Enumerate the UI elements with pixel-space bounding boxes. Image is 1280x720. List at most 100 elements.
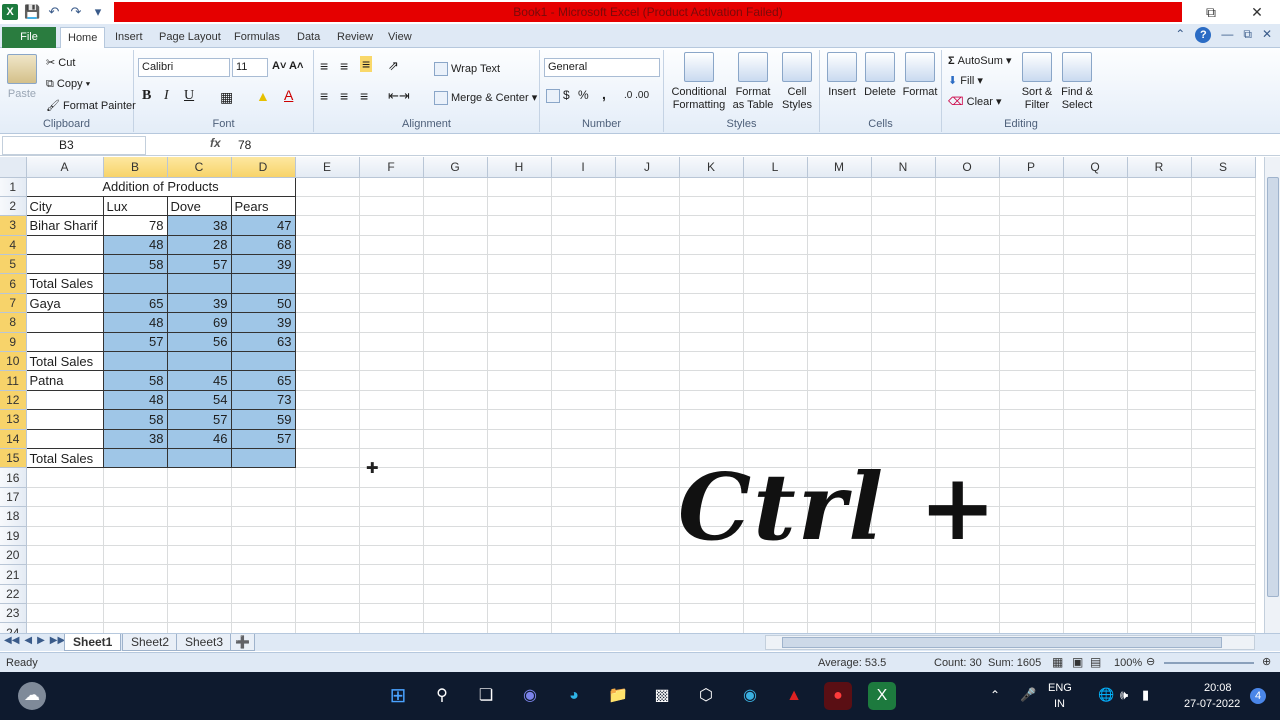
empty-cell[interactable] [26,506,104,527]
empty-cell[interactable] [1191,293,1256,314]
column-header-k[interactable]: K [679,157,744,178]
empty-cell[interactable] [103,622,168,633]
empty-cell[interactable] [1063,622,1128,633]
empty-cell[interactable] [487,332,552,353]
value-cell[interactable]: 28 [166,234,232,256]
empty-cell[interactable] [679,351,744,372]
empty-cell[interactable] [871,254,936,275]
empty-cell[interactable] [359,564,424,585]
city-cell[interactable]: Total Sales [25,447,104,469]
empty-cell[interactable] [1127,177,1192,197]
empty-cell[interactable] [1127,235,1192,256]
empty-cell[interactable] [487,177,552,197]
tab-insert[interactable]: Insert [108,27,150,48]
empty-cell[interactable] [743,390,808,411]
empty-cell[interactable] [487,273,552,294]
value-cell[interactable]: 38 [102,428,168,449]
empty-cell[interactable] [1127,351,1192,372]
column-header-s[interactable]: S [1191,157,1256,178]
font-name-select[interactable]: Calibri [138,58,230,77]
orientation-icon[interactable]: ⇗ [388,58,399,74]
empty-cell[interactable] [1191,429,1256,449]
cell-styles-button[interactable]: Cell Styles [778,52,816,112]
column-header-g[interactable]: G [423,157,488,178]
empty-cell[interactable] [551,409,616,430]
empty-cell[interactable] [999,603,1064,624]
column-header-o[interactable]: O [935,157,1000,178]
empty-cell[interactable] [1191,177,1256,197]
empty-cell[interactable] [1191,215,1256,236]
empty-cell[interactable] [615,429,680,449]
paste-button[interactable]: Paste [4,54,40,101]
value-cell[interactable]: 46 [166,428,232,449]
empty-cell[interactable] [295,390,360,411]
empty-cell[interactable] [615,603,680,624]
store-icon[interactable]: ▩ [648,682,676,710]
city-cell[interactable] [25,409,104,430]
excel-taskbar-icon[interactable]: X [868,682,896,710]
empty-cell[interactable] [551,196,616,217]
column-header-j[interactable]: J [615,157,680,178]
empty-cell[interactable] [359,312,424,333]
empty-cell[interactable] [743,312,808,333]
insert-sheet-icon[interactable]: ➕ [230,634,255,651]
empty-cell[interactable] [807,312,872,333]
start-icon[interactable]: ⊞ [384,682,412,710]
empty-cell[interactable] [679,254,744,275]
empty-cell[interactable] [1191,448,1256,469]
empty-cell[interactable] [999,293,1064,314]
empty-cell[interactable] [295,467,360,488]
empty-cell[interactable] [999,312,1064,333]
empty-cell[interactable] [615,273,680,294]
align-middle-icon[interactable]: ≡ [340,58,348,74]
empty-cell[interactable] [423,584,488,605]
empty-cell[interactable] [295,622,360,633]
empty-cell[interactable] [487,448,552,469]
chrome-icon[interactable]: ◉ [736,682,764,710]
empty-cell[interactable] [743,332,808,353]
tab-home[interactable]: Home [60,27,106,48]
column-header-d[interactable]: D [231,157,296,178]
empty-cell[interactable] [1191,332,1256,353]
grow-font-icon[interactable]: A˅ A˄ [272,60,303,72]
city-cell[interactable] [25,331,104,353]
empty-cell[interactable] [935,370,1000,391]
empty-cell[interactable] [615,351,680,372]
wrap-text-button[interactable]: Wrap Text [434,62,500,76]
empty-cell[interactable] [1063,467,1128,488]
empty-cell[interactable] [551,622,616,633]
sheet-tab-2[interactable]: Sheet2 [122,634,179,651]
empty-cell[interactable] [615,448,680,469]
empty-cell[interactable] [743,273,808,294]
page-layout-view-icon[interactable]: ▣ [1072,655,1083,669]
empty-cell[interactable] [935,351,1000,372]
empty-cell[interactable] [1127,332,1192,353]
empty-cell[interactable] [487,622,552,633]
row-header-18[interactable]: 18 [0,506,27,527]
empty-cell[interactable] [1191,487,1256,508]
city-cell[interactable]: Gaya [25,292,104,314]
empty-cell[interactable] [423,506,488,527]
workbook-minimize-icon[interactable]: — [1221,27,1233,43]
last-sheet-icon[interactable]: ▶▶ [50,635,65,646]
network-icon[interactable]: 🌐 [1098,687,1114,703]
value-cell[interactable] [230,351,296,372]
empty-cell[interactable] [103,564,168,585]
city-cell[interactable] [25,254,104,275]
value-cell[interactable] [102,273,168,294]
office-icon[interactable]: ⬡ [692,682,720,710]
empty-cell[interactable] [935,254,1000,275]
name-box[interactable]: B3 [2,136,146,155]
empty-cell[interactable] [359,390,424,411]
delete-cells-button[interactable]: Delete [862,52,898,99]
empty-cell[interactable] [679,215,744,236]
empty-cell[interactable] [807,390,872,411]
empty-cell[interactable] [1127,545,1192,566]
clock-time[interactable]: 20:08 [1204,682,1232,694]
notification-badge[interactable]: 4 [1250,688,1266,704]
empty-cell[interactable] [1063,545,1128,566]
empty-cell[interactable] [871,293,936,314]
empty-cell[interactable] [807,584,872,605]
empty-cell[interactable] [231,603,296,624]
empty-cell[interactable] [167,622,232,633]
